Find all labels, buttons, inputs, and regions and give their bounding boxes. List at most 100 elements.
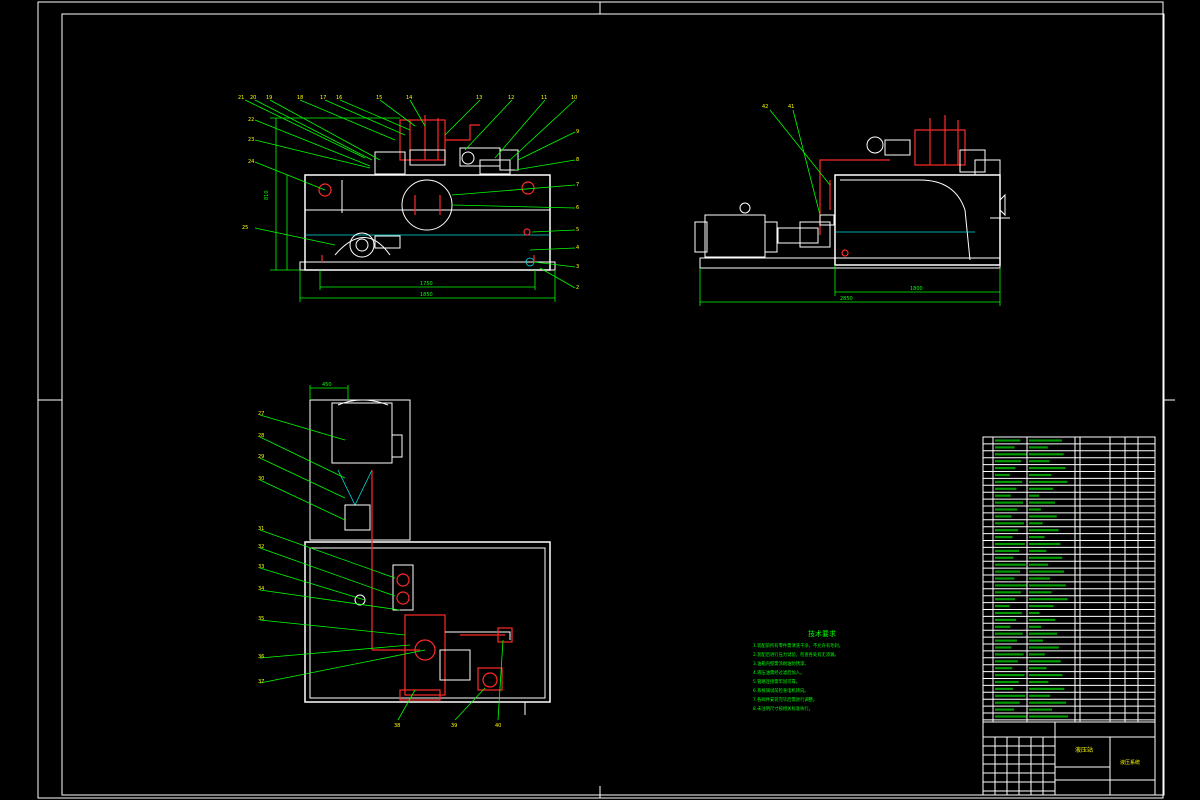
tech-note-4: 4.液压油需经过滤后加入。 [753, 669, 804, 676]
svg-text:22: 22 [248, 117, 254, 123]
svg-text:19: 19 [266, 95, 272, 101]
svg-text:42: 42 [762, 104, 768, 110]
parts-list-cell [1029, 542, 1061, 546]
parts-list-cell [995, 598, 1016, 601]
svg-text:7: 7 [576, 182, 579, 188]
parts-list-cell [1029, 701, 1067, 704]
parts-list-cell [1029, 646, 1059, 649]
parts-list-cell [995, 660, 1018, 663]
svg-text:8: 8 [576, 157, 579, 163]
parts-list-cell [995, 674, 1025, 677]
tech-note-6: 6.系统调试前检查电机转向。 [753, 687, 809, 694]
parts-list-cell [995, 460, 1022, 463]
parts-list-cell [1029, 529, 1059, 532]
svg-text:12: 12 [508, 95, 514, 101]
svg-text:3: 3 [576, 264, 579, 270]
parts-list-cell [1029, 605, 1054, 608]
title-block-drawing-no: 液压系统 [1120, 759, 1140, 766]
parts-list-cell [995, 646, 1012, 649]
parts-list-cell [995, 701, 1020, 704]
parts-list-cell [1029, 446, 1048, 449]
parts-list-cell [995, 618, 1017, 621]
cad-drawing: 21 20 19 18 17 16 15 14 13 12 11 10 222324 2598 … [37, 1, 1175, 799]
svg-text:5: 5 [576, 227, 579, 233]
parts-list-cell [1029, 591, 1052, 594]
dim-front-overall: 1850 [420, 292, 433, 298]
front-view: 21 20 19 18 17 16 15 14 13 12 11 10 222324 2598 … [238, 95, 579, 302]
parts-list-cell [1029, 501, 1055, 504]
svg-text:6: 6 [576, 205, 579, 211]
parts-list-cell [1029, 494, 1040, 497]
svg-text:21: 21 [238, 95, 244, 101]
parts-list-cell [995, 556, 1014, 559]
parts-list-cell [1029, 584, 1066, 587]
tech-note-2: 2.装配后进行压力试验，检查各处有无渗漏。 [753, 651, 839, 658]
svg-text:13: 13 [476, 95, 482, 101]
title-block: 液压站 液压系统 [982, 721, 1156, 796]
svg-text:37: 37 [258, 679, 264, 685]
svg-text:40: 40 [495, 723, 501, 729]
parts-list-cell [1029, 667, 1047, 670]
tech-notes: 技术要求 1.装配前所有零件需清洗干净，不允许有毛刺。 2.装配后进行压力试验，… [753, 629, 843, 712]
parts-list-cell [1029, 598, 1068, 601]
frame-border [61, 13, 1165, 796]
parts-list-cell [1029, 680, 1049, 684]
parts-list-cell [1029, 611, 1040, 615]
parts-list-cell [1029, 660, 1061, 663]
parts-list-cell [995, 549, 1020, 552]
parts-list-cell [1029, 708, 1052, 711]
parts-list-cell [1029, 632, 1058, 635]
parts-list-cell [1029, 522, 1043, 525]
parts-list-cell [995, 439, 1021, 442]
svg-text:35: 35 [258, 616, 264, 622]
parts-list-cell [1029, 460, 1050, 463]
parts-list-cell [1029, 563, 1049, 566]
parts-list-cell [995, 494, 1011, 497]
parts-list-cell [1029, 487, 1054, 490]
parts-list-cell [995, 570, 1020, 573]
svg-text:9: 9 [576, 129, 579, 135]
tech-note-7: 7.各阀件安装完毕后需进行调整。 [753, 696, 817, 703]
svg-text:16: 16 [336, 95, 342, 101]
svg-text:29: 29 [258, 454, 264, 460]
tech-note-1: 1.装配前所有零件需清洗干净，不允许有毛刺。 [753, 642, 843, 649]
parts-list-cell [995, 522, 1024, 525]
svg-text:24: 24 [248, 159, 254, 165]
parts-list-cell [1029, 549, 1047, 552]
parts-list-cell [995, 584, 1027, 587]
svg-text:39: 39 [451, 723, 457, 729]
svg-text:34: 34 [258, 586, 264, 592]
svg-text:27: 27 [258, 411, 264, 417]
parts-list-cell [995, 542, 1025, 546]
parts-list-cell [995, 708, 1014, 711]
parts-list-cell [995, 473, 1010, 477]
svg-text:10: 10 [571, 95, 577, 101]
dim-side-base: 1800 [910, 286, 923, 292]
svg-text:11: 11 [541, 95, 547, 101]
parts-list-cell [1029, 439, 1062, 442]
parts-list-cell [1029, 653, 1045, 656]
parts-list-cell [1029, 453, 1064, 456]
parts-list-cell [995, 625, 1011, 628]
svg-text:30: 30 [258, 476, 264, 482]
parts-list-cell [1029, 639, 1043, 642]
parts-list-cell [995, 632, 1023, 635]
parts-list-cell [995, 653, 1024, 656]
parts-list-cell [995, 529, 1019, 532]
tech-note-8: 8.未注明尺寸按相关标准执行。 [753, 705, 813, 712]
parts-list-cell [995, 591, 1021, 594]
svg-text:41: 41 [788, 104, 794, 110]
tech-note-3: 3.油箱内壁需涂耐油防锈漆。 [753, 660, 809, 667]
svg-text:31: 31 [258, 526, 264, 532]
svg-text:2: 2 [576, 285, 579, 291]
dim-side-overall: 2850 [840, 296, 853, 302]
parts-list-cell [995, 687, 1014, 690]
svg-text:4: 4 [576, 245, 579, 251]
svg-text:15: 15 [376, 95, 382, 101]
parts-list-cell [995, 694, 1026, 697]
parts-list-cell [995, 667, 1013, 670]
parts-list-cell [1029, 467, 1066, 470]
svg-text:33: 33 [258, 564, 264, 570]
parts-list-cell [995, 680, 1019, 684]
svg-text:32: 32 [258, 544, 264, 550]
